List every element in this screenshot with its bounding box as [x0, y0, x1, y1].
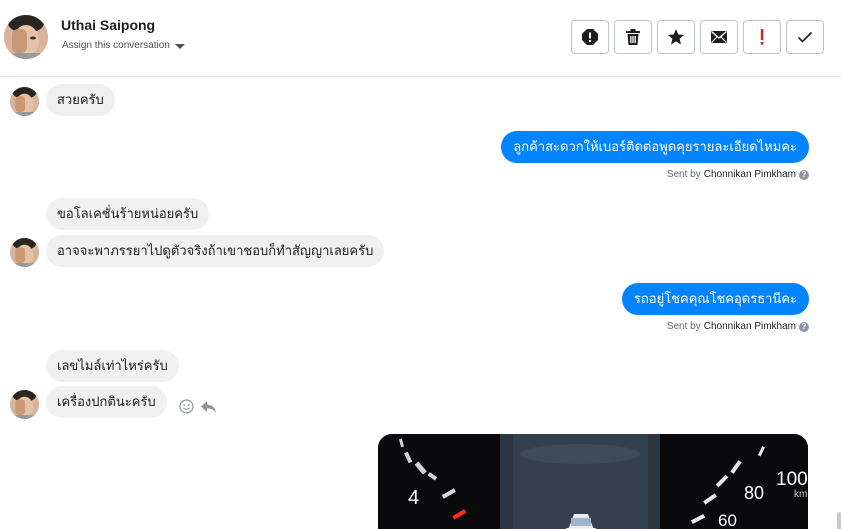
dashboard-photo: 4 100 80 60 km	[378, 434, 808, 529]
outgoing-message[interactable]: ลูกค้าสะดวกให้เบอร์ติดต่อพูดคุยรายละเอีย…	[501, 131, 809, 163]
mark-unread-button[interactable]	[700, 20, 738, 54]
sent-by-label: Sent by Chonnikan Pimkham ?	[667, 169, 809, 180]
sent-by-label: Sent by Chonnikan Pimkham ?	[667, 321, 809, 332]
image-attachment[interactable]: 4 100 80 60 km	[378, 434, 808, 529]
incoming-message[interactable]: สวยครับ	[46, 84, 115, 116]
smiley-react-icon[interactable]	[179, 399, 194, 414]
assign-label: Assign this conversation	[62, 40, 170, 51]
outgoing-message[interactable]: รถอยู่โชคคุณโชคอุดรธานีคะ	[621, 283, 809, 315]
contact-avatar[interactable]	[4, 15, 48, 59]
incoming-message[interactable]: เครื่องปกตินะครับ	[46, 386, 167, 418]
gauge-unit: km	[794, 489, 807, 500]
contact-name: Uthai Saipong	[61, 17, 156, 33]
flag-button[interactable]	[743, 20, 781, 54]
reply-icon[interactable]	[200, 400, 217, 414]
caret-down-icon	[174, 43, 185, 49]
conversation-header: Uthai Saipong Assign this conversation	[0, 0, 841, 77]
sent-by-agent: Chonnikan Pimkham	[703, 321, 796, 332]
gauge-label-60: 60	[718, 511, 737, 529]
star-icon	[668, 29, 684, 45]
sent-by-prefix: Sent by	[666, 321, 701, 332]
message-thread[interactable]: สวยครับ ลูกค้าสะดวกให้เบอร์ติดต่อพูดคุยร…	[0, 78, 841, 529]
assign-conversation-dropdown[interactable]: Assign this conversation	[62, 40, 185, 51]
message-actions	[179, 399, 217, 414]
checkmark-icon	[797, 31, 813, 43]
sender-avatar[interactable]	[10, 238, 39, 267]
delete-button[interactable]	[614, 20, 652, 54]
sender-avatar[interactable]	[10, 390, 39, 419]
exclamation-icon	[760, 29, 764, 45]
sender-avatar[interactable]	[10, 87, 39, 116]
conversation-toolbar	[571, 20, 824, 54]
star-button[interactable]	[657, 20, 695, 54]
gauge-label-100: 100	[776, 469, 808, 490]
done-button[interactable]	[786, 20, 824, 54]
incoming-message[interactable]: อาจจะพาภรรยาไปดูตัวจริงถ้าเขาชอบก็ทำสัญญ…	[46, 235, 385, 267]
sent-by-prefix: Sent by	[666, 169, 701, 180]
gauge-left-label: 4	[408, 487, 419, 509]
help-icon[interactable]: ?	[799, 321, 809, 332]
scrollbar[interactable]	[837, 512, 841, 529]
sent-by-agent: Chonnikan Pimkham	[703, 169, 796, 180]
incoming-message[interactable]: ขอโลเคชั่นร้ายหน่อยครับ	[46, 198, 210, 230]
envelope-icon	[711, 30, 727, 43]
help-icon[interactable]: ?	[799, 169, 809, 180]
gauge-label-80: 80	[744, 483, 764, 503]
trash-icon	[626, 29, 640, 45]
alert-octagon-icon	[582, 29, 598, 45]
incoming-message[interactable]: เลขไมล์เท่าไหร่ครับ	[46, 350, 179, 382]
spam-button[interactable]	[571, 20, 609, 54]
